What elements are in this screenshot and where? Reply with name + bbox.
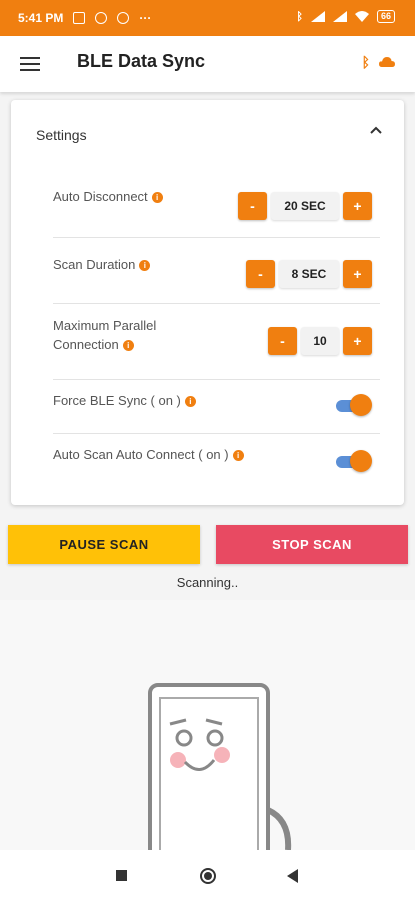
scan-status-text: Scanning.. (176, 575, 239, 590)
setting-row-auto-scan-auto-connect: Auto Scan Auto Connect ( on ) i (53, 433, 380, 493)
stop-scan-button[interactable]: STOP SCAN (216, 525, 408, 564)
status-bar: 5:41 PM ··· ᛒ 66 (0, 0, 415, 36)
setting-row-scan-duration: Scan Duration i - 8 SEC + (53, 237, 380, 304)
recents-button[interactable] (116, 870, 127, 881)
scan-duration-stepper: - 8 SEC + (246, 260, 372, 288)
setting-label: Force BLE Sync ( on ) i (53, 391, 196, 410)
force-ble-sync-toggle[interactable] (336, 394, 372, 416)
app-title: BLE Data Sync (77, 51, 206, 71)
info-icon[interactable]: i (151, 192, 163, 204)
setting-label: Auto Disconnect i (53, 187, 163, 206)
info-icon[interactable]: i (122, 340, 134, 352)
auto-scan-auto-connect-toggle[interactable] (336, 450, 372, 472)
cloud-icon[interactable] (379, 57, 395, 67)
grid-icon (117, 12, 130, 24)
increment-button[interactable]: + (343, 327, 372, 355)
decrement-button[interactable]: - (268, 327, 297, 355)
settings-title: Settings (36, 127, 87, 143)
signal-icon (332, 11, 347, 22)
home-button[interactable] (200, 868, 216, 884)
settings-card: Settings Auto Disconnect i - 20 SEC + Sca… (11, 100, 404, 505)
auto-disconnect-stepper: - 20 SEC + (238, 192, 372, 220)
setting-row-auto-disconnect: Auto Disconnect i - 20 SEC + (53, 172, 380, 238)
grid-icon (95, 12, 108, 24)
signal-icon (310, 11, 325, 22)
status-time: 5:41 PM (18, 11, 64, 25)
increment-button[interactable]: + (343, 192, 372, 220)
stepper-value: 20 SEC (271, 192, 339, 220)
wifi-icon (354, 11, 369, 22)
setting-row-max-parallel-connection: Maximum Parallel Connection i - 10 + (53, 303, 380, 380)
stepper-value: 10 (301, 327, 339, 355)
info-icon[interactable]: i (139, 260, 151, 272)
system-nav-bar (0, 850, 415, 900)
bluetooth-icon: ᛒ (296, 10, 303, 23)
phone-illustration (148, 683, 292, 850)
setting-label: Auto Scan Auto Connect ( on ) i (53, 445, 244, 464)
decrement-button[interactable]: - (246, 260, 275, 288)
info-icon[interactable]: i (184, 396, 196, 408)
battery-icon: 66 (376, 10, 395, 23)
pause-scan-button[interactable]: PAUSE SCAN (8, 525, 200, 564)
stepper-value: 8 SEC (279, 260, 339, 288)
app-bar: BLE Data Sync ᛒ (0, 36, 415, 92)
increment-button[interactable]: + (343, 260, 372, 288)
message-icon (73, 12, 86, 24)
back-button[interactable] (287, 869, 298, 883)
setting-label: Maximum Parallel Connection i (53, 318, 157, 352)
more-dots-icon: ··· (139, 11, 152, 25)
menu-icon[interactable] (20, 53, 40, 71)
max-connection-stepper: - 10 + (268, 327, 372, 355)
info-icon[interactable]: i (232, 450, 244, 462)
decrement-button[interactable]: - (238, 192, 267, 220)
chevron-up-icon[interactable] (370, 125, 382, 137)
setting-row-force-ble-sync: Force BLE Sync ( on ) i (53, 379, 380, 434)
bluetooth-icon[interactable]: ᛒ (362, 54, 370, 70)
setting-label: Scan Duration i (53, 255, 151, 274)
